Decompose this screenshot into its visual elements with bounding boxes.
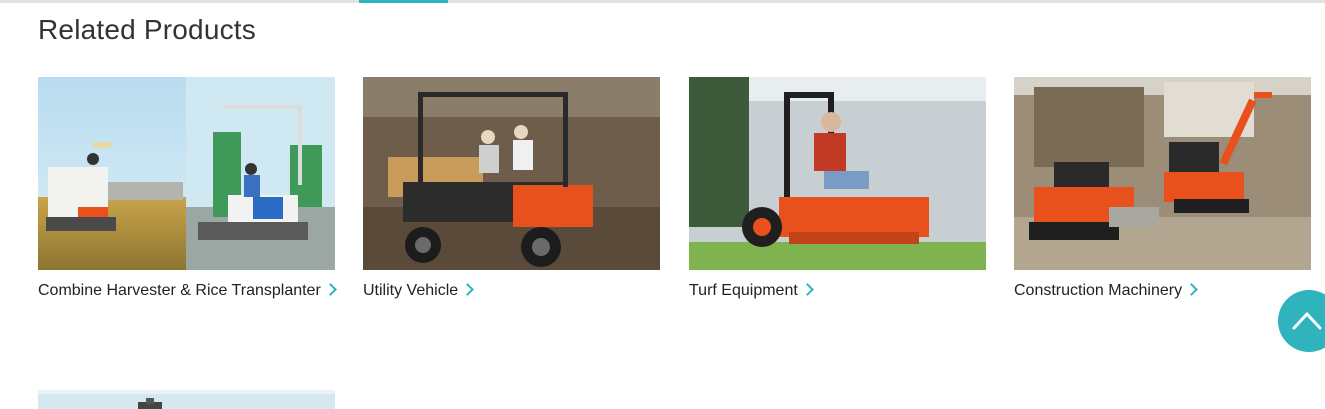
product-label[interactable]: Combine Harvester & Rice Transplanter	[38, 282, 321, 299]
product-card-partial[interactable]	[38, 390, 335, 409]
chevron-right-icon	[1185, 283, 1198, 296]
product-caption[interactable]: Turf Equipment	[689, 279, 986, 302]
back-to-top-button[interactable]	[1278, 290, 1325, 352]
turf-equipment-image	[689, 77, 986, 270]
combine-harvester-image	[38, 77, 335, 270]
product-caption[interactable]: Construction Machinery	[1014, 279, 1311, 302]
construction-machinery-image	[1014, 77, 1311, 270]
related-products-page: Related Products Combine Harvester & Ric…	[0, 0, 1325, 409]
product-card-construction-machinery[interactable]: Construction Machinery	[1014, 77, 1311, 302]
chevron-right-icon	[323, 283, 337, 296]
chevron-up-icon	[1292, 312, 1322, 330]
product-label[interactable]: Construction Machinery	[1014, 282, 1182, 299]
chevron-right-icon	[461, 283, 475, 296]
product-caption[interactable]: Combine Harvester & Rice Transplanter	[38, 279, 337, 302]
utility-vehicle-image	[363, 77, 660, 270]
product-card-combine-harvester[interactable]: Combine Harvester & Rice Transplanter	[38, 77, 337, 302]
product-label[interactable]: Utility Vehicle	[363, 282, 458, 299]
partial-product-image	[38, 390, 335, 409]
chevron-right-icon	[800, 283, 814, 296]
product-label[interactable]: Turf Equipment	[689, 282, 798, 299]
section-heading: Related Products	[38, 14, 256, 45]
tab-underline-active	[359, 0, 448, 3]
product-caption[interactable]: Utility Vehicle	[363, 279, 660, 302]
product-card-utility-vehicle[interactable]: Utility Vehicle	[363, 77, 660, 302]
product-card-turf-equipment[interactable]: Turf Equipment	[689, 77, 986, 302]
tab-underline-track	[0, 0, 1325, 3]
